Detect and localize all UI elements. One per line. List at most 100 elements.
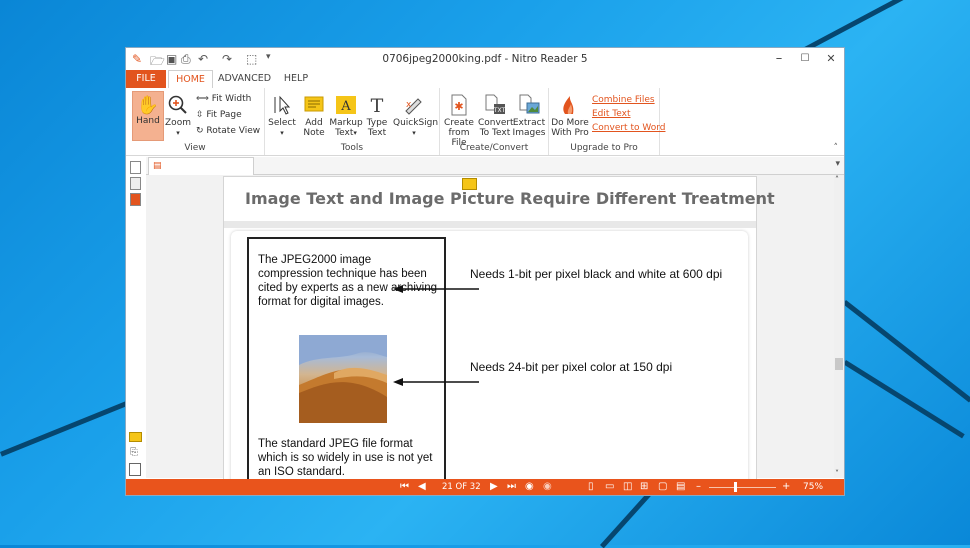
tab-list-dropdown-icon[interactable]: ▾ [835,159,840,169]
minimize-button[interactable]: – [766,51,792,66]
desert-dune-image [299,335,387,423]
annotation-color: Needs 24-bit per pixel color at 150 dpi [470,360,673,374]
zoom-in-icon[interactable]: + [782,481,790,492]
paragraph-2: The standard JPEG file format which is s… [258,438,433,478]
select-cursor-icon [274,95,291,115]
tab-file[interactable]: FILE [126,70,166,88]
highlight-text-icon: A [336,96,356,114]
group-create-label: Create/Convert [459,143,529,153]
scroll-down-icon[interactable]: ˅ [835,469,839,478]
zoom-button[interactable]: Zoom ▾ [164,94,192,138]
facing-continuous-view-icon[interactable]: ⊞ [640,481,648,492]
hand-label: Hand [136,116,160,126]
group-view-label: View [184,143,206,153]
document-tab[interactable]: ▤ 0706jpeg2000king ✕ [148,157,254,188]
single-page-view-icon[interactable]: ▯ [588,481,594,492]
pages-panel-icon[interactable] [130,161,141,174]
select-button[interactable]: Select ▾ [267,94,297,138]
fit-page-icon: ⇳ [196,110,207,120]
extract-images-button[interactable]: Extract Images [512,94,546,138]
zoom-level: 75% [803,482,824,492]
fit-width-label: Fit Width [211,94,252,104]
last-page-icon[interactable]: ⏭ [507,481,516,492]
select-label: Select [268,118,296,128]
tab-help[interactable]: HELP [278,70,314,88]
markup-label-2: Text [335,128,354,138]
zoom-label: Zoom [165,118,191,128]
attachments-panel-icon[interactable] [130,177,141,190]
convert-to-word-link[interactable]: Convert to Word [592,123,665,133]
annotation-arrows [393,285,479,386]
left-sidebar: ⎘ [126,157,147,478]
type-text-button[interactable]: T Type Text [363,94,391,138]
slide-panel: The JPEG2000 image compression technique… [231,231,748,491]
zoom-icon [168,95,187,114]
hand-button[interactable]: ✋ Hand [132,91,164,141]
zoom-slider-thumb[interactable] [734,482,738,492]
scroll-up-icon[interactable]: ˄ [835,175,839,184]
tab-advanced[interactable]: ADVANCED [218,70,271,88]
comments-panel-icon[interactable] [129,432,142,442]
fit-width-button[interactable]: ⟺ Fit Width [196,94,251,104]
attachment-clip-icon[interactable]: ⎘ [130,447,138,458]
fullscreen-view-icon[interactable]: ▢ [658,481,667,492]
maximize-button[interactable]: ☐ [792,53,818,64]
presentation-view-icon[interactable]: ▤ [676,481,685,492]
nitro-pro-icon [563,96,574,114]
zoom-slider[interactable] [709,487,776,488]
ribbon: ✋ Hand Zoom ▾ ⟺ Fit Width ⇳ Fit Page ↻ Ro… [126,88,844,156]
do-more-label-2: With Pro [551,128,589,138]
svg-text:TXT: TXT [493,107,506,114]
markup-text-button[interactable]: A Markup Text▾ [329,94,363,138]
svg-text:A: A [340,99,351,114]
edit-text-link[interactable]: Edit Text [592,109,631,119]
type-label-2: Text [367,128,387,138]
markup-label-1: Markup [329,118,363,128]
do-more-label-1: Do More [551,118,589,128]
zoom-out-icon[interactable]: – [696,481,701,492]
extract-label-2: Images [512,128,546,138]
create-from-file-button[interactable]: ✱ Create from File [442,94,476,148]
page-indicator[interactable]: 21 OF 32 [442,482,481,492]
ribbon-tabs: FILE HOME ADVANCED HELP [126,70,844,90]
create-pdf-icon: ✱ [451,94,467,116]
group-tools-label: Tools [340,143,364,153]
type-label-1: Type [366,118,388,128]
next-page-icon[interactable]: ▶ [490,481,498,492]
quicksign-button[interactable]: x QuickSign ▾ [393,94,438,138]
scrollbar-thumb[interactable] [835,358,843,370]
convert-to-text-button[interactable]: TXT Convert To Text [478,94,514,138]
document-tab-bar: ▤ 0706jpeg2000king ✕ ▾ [146,157,844,188]
collapse-ribbon-icon[interactable]: ˄ [834,143,839,153]
previous-page-icon[interactable]: ◀ [418,481,426,492]
convert-text-icon: TXT [485,94,506,114]
type-text-icon: T [371,95,384,116]
do-more-with-pro-button[interactable]: Do More With Pro [551,94,589,138]
tab-home[interactable]: HOME [168,70,213,90]
combine-files-link[interactable]: Combine Files [592,95,655,105]
rotate-icon: ↻ [196,126,207,136]
title-bar: ✎ 🗁 ▣ ⎙ ↶ ↷ ⬚ ▾ 0706jpeg2000king.pdf - N… [126,48,844,70]
bookmarks-panel-icon[interactable] [130,193,141,206]
forward-view-icon[interactable]: ◉ [543,481,552,492]
page-heading: Image Text and Image Picture Require Dif… [245,189,775,208]
svg-text:T: T [371,95,384,116]
continuous-view-icon[interactable]: ▭ [605,481,614,492]
facing-view-icon[interactable]: ◫ [623,481,632,492]
rotate-view-button[interactable]: ↻ Rotate View [196,126,260,136]
first-page-icon[interactable]: ⏮ [400,481,409,492]
status-bar: ⏮ ◀ 21 OF 32 ▶ ⏭ ◉ ◉ ▯ ▭ ◫ ⊞ ▢ ▤ – + 75% [126,479,844,495]
back-view-icon[interactable]: ◉ [525,481,534,492]
fit-page-button[interactable]: ⇳ Fit Page [196,110,242,120]
rotate-view-label: Rotate View [206,126,261,136]
convert-label-1: Convert [478,118,514,128]
add-note-button[interactable]: Add Note [299,94,329,138]
close-button[interactable]: ✕ [818,52,844,65]
wallpaper-line [842,300,970,403]
output-panel-icon[interactable] [129,463,141,476]
fit-width-icon: ⟺ [196,94,212,104]
fit-page-label: Fit Page [206,110,242,120]
convert-label-2: To Text [479,128,511,138]
vertical-scrollbar[interactable]: ˄ ˅ [834,175,844,478]
group-upgrade: Do More With Pro Combine Files Edit Text … [549,88,665,155]
